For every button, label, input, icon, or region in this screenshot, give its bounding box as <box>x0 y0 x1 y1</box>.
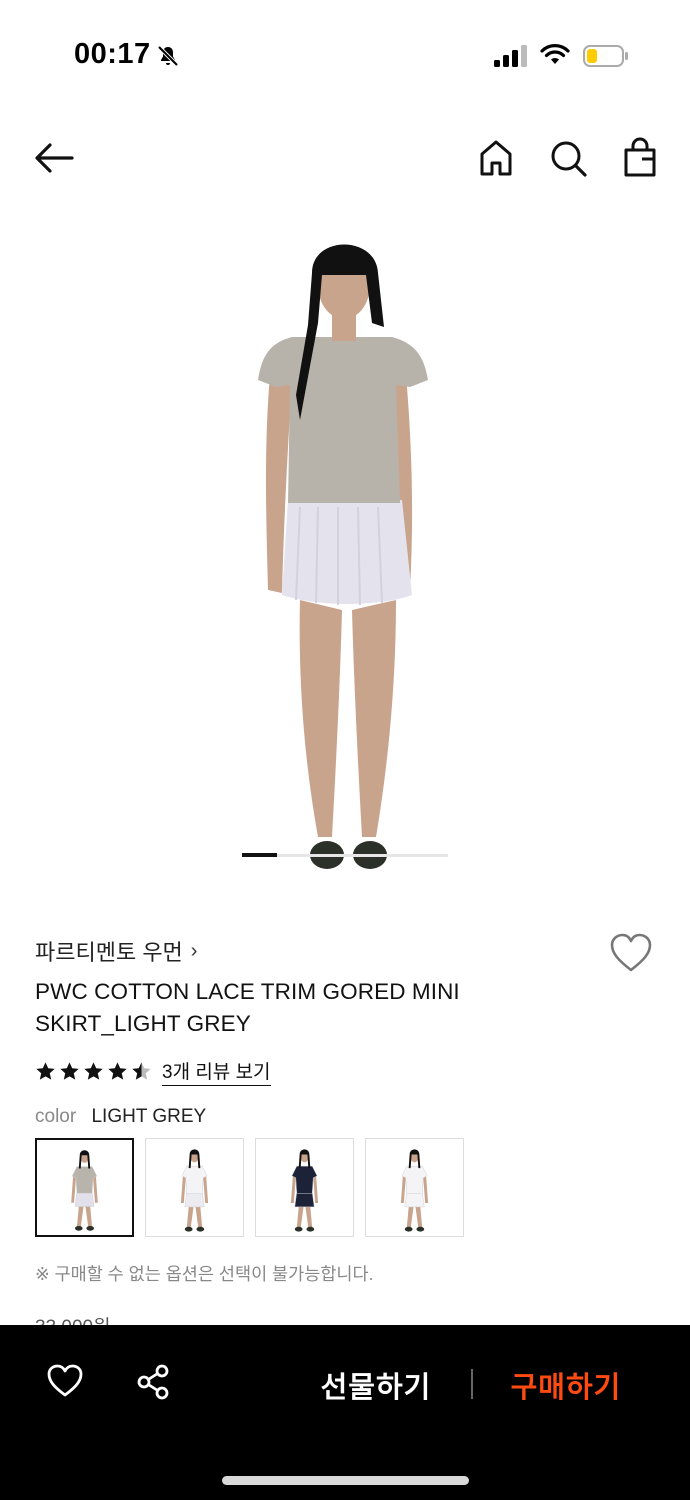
shopping-bag-icon[interactable] <box>620 136 660 180</box>
bell-off-icon <box>157 45 179 67</box>
top-nav <box>0 132 690 184</box>
review-link[interactable]: 3개 리뷰 보기 <box>162 1057 271 1086</box>
color-swatch[interactable] <box>145 1138 244 1237</box>
star-full-icon <box>60 1061 79 1080</box>
rating-row: 3개 리뷰 보기 <box>35 1057 271 1086</box>
star-full-icon <box>108 1061 127 1080</box>
heart-icon[interactable] <box>46 1363 84 1399</box>
product-title: PWC COTTON LACE TRIM GORED MINI SKIRT_LI… <box>35 979 460 1036</box>
carousel-progress-indicator <box>242 853 277 857</box>
brand-link[interactable]: 파르티멘토 우먼 › <box>35 935 197 967</box>
swatch-model-image <box>290 1149 319 1232</box>
brand-name: 파르티멘토 우먼 <box>35 940 183 965</box>
star-full-icon <box>84 1061 103 1080</box>
color-value: LIGHT GREY <box>91 1106 207 1127</box>
signal-icon <box>494 45 527 67</box>
color-label: color <box>35 1106 77 1127</box>
status-time: 00:17 <box>74 38 151 70</box>
color-row: color LIGHT GREY <box>35 1106 206 1128</box>
buy-button[interactable]: 구매하기 <box>490 1363 642 1407</box>
swatch-model-image <box>180 1149 209 1232</box>
rating-stars <box>35 1061 152 1082</box>
home-icon[interactable] <box>476 136 516 180</box>
product-model-image <box>0 215 690 885</box>
color-swatch[interactable] <box>35 1138 134 1237</box>
button-divider <box>471 1369 473 1399</box>
color-swatch[interactable] <box>255 1138 354 1237</box>
back-arrow-icon[interactable] <box>32 138 76 178</box>
gift-button[interactable]: 선물하기 <box>300 1363 452 1407</box>
color-swatch[interactable] <box>365 1138 464 1237</box>
star-full-icon <box>36 1061 55 1080</box>
star-half-icon <box>132 1061 151 1080</box>
status-bar: 00:17 <box>0 0 690 110</box>
wifi-icon <box>540 44 570 64</box>
product-image-carousel[interactable] <box>0 215 690 885</box>
wishlist-heart-icon[interactable] <box>608 932 654 974</box>
swatch-model-image <box>71 1150 98 1231</box>
chevron-right-icon: › <box>190 939 198 962</box>
bottom-action-bar: 선물하기 구매하기 <box>0 1325 690 1500</box>
option-notice: ※ 구매할 수 없는 옵션은 선택이 불가능합니다. <box>35 1264 374 1284</box>
battery-icon <box>583 45 628 67</box>
color-swatches <box>35 1138 464 1237</box>
search-icon[interactable] <box>548 136 588 180</box>
share-icon[interactable] <box>135 1363 171 1401</box>
swatch-model-image <box>400 1149 429 1232</box>
home-indicator[interactable] <box>222 1476 469 1485</box>
